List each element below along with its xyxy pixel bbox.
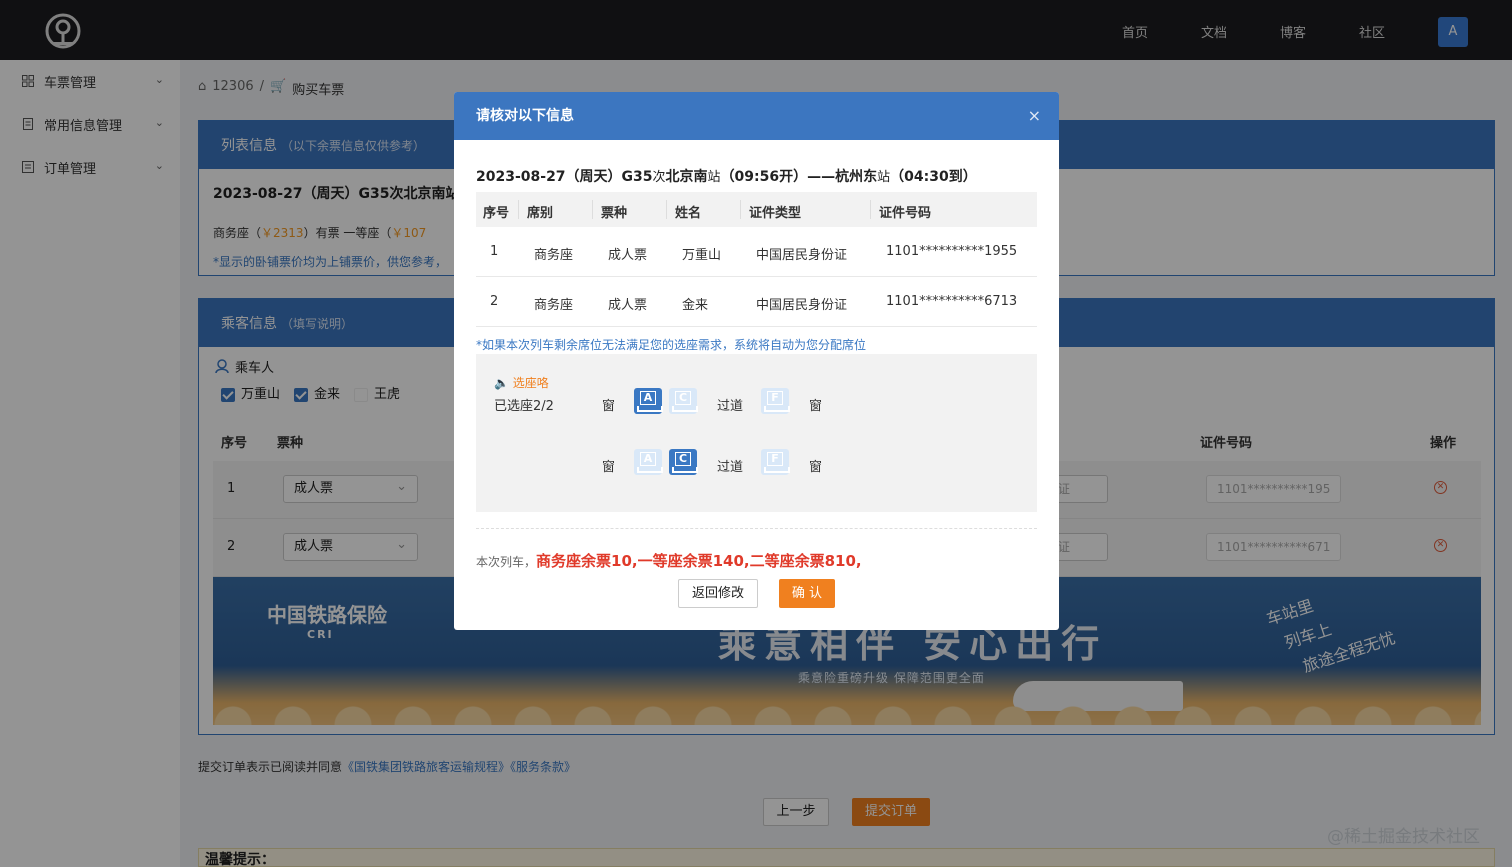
seat-f[interactable]: F [761,449,790,475]
train-depart: （09:56开）——杭州东 [720,169,878,185]
cell: 1 [490,244,499,259]
train-date: 2023-08-27（周天）G35 [476,169,653,185]
confirm-button[interactable]: 确 认 [779,579,835,608]
modal-title: 请核对以下信息 [476,108,574,124]
cell: 2 [490,294,499,309]
cell: 万重山 [682,248,722,263]
close-icon[interactable]: × [1028,92,1041,140]
window-label: 窗 [602,399,616,414]
train-summary: 2023-08-27（周天）G35次北京南站（09:56开）——杭州东站（04:… [476,166,977,186]
seat-a[interactable]: A [634,449,663,475]
window-label: 窗 [809,399,823,414]
cell: 成人票 [608,298,648,313]
window-label: 窗 [809,460,823,475]
confirm-table-header: 序号 席别 票种 姓名 证件类型 证件号码 [476,192,1037,227]
seat-hint: *如果本次列车剩余席位无法满足您的选座需求，系统将自动为您分配席位 [476,338,867,352]
seat-c[interactable]: C [669,388,698,414]
cell: 中国居民身份证 [756,298,848,313]
seat-row: 窗 A C 过道 F 窗 [476,449,1037,479]
train-station-suffix: 站 [707,170,721,185]
table-row: 2 商务座 成人票 金来 中国居民身份证 1101**********6713 [476,277,1037,327]
train-from: 北京南 [665,169,708,185]
col-ticket-type: 票种 [601,206,628,221]
window-label: 窗 [602,460,616,475]
cell: 成人票 [608,248,648,263]
remaining-tickets: 本次列车，商务座余票10,一等座余票140,二等座余票810, [476,550,862,571]
train-arrive: （04:30到） [890,169,977,185]
aisle-label: 过道 [717,460,744,475]
cell: 商务座 [534,298,574,313]
cell: 1101**********1955 [886,244,1018,259]
seat-letter: A [640,452,656,466]
seat-selector: 🔈 选座咯 已选座2/2 窗 A C 过道 F 窗 窗 A C 过道 F 窗 [476,354,1037,512]
divider [476,528,1037,529]
remaining-prefix: 本次列车， [476,555,537,569]
seat-letter: A [640,391,656,405]
col-seat-class: 席别 [527,206,554,221]
col-id-type: 证件类型 [749,206,802,221]
col-id-number: 证件号码 [879,206,932,221]
train-station-suffix: 站 [877,170,891,185]
confirm-table: 序号 席别 票种 姓名 证件类型 证件号码 1 商务座 成人票 万重山 中国居民… [476,192,1037,327]
back-edit-button[interactable]: 返回修改 [678,579,758,608]
cell: 金来 [682,298,709,313]
seat-a[interactable]: A [634,388,663,414]
cell: 中国居民身份证 [756,248,848,263]
col-num: 序号 [483,206,510,221]
table-row: 1 商务座 成人票 万重山 中国居民身份证 1101**********1955 [476,227,1037,277]
seat-row: 窗 A C 过道 F 窗 [476,388,1037,418]
seat-letter: F [767,391,783,405]
seat-letter: F [767,452,783,466]
aisle-label: 过道 [717,399,744,414]
seat-f[interactable]: F [761,388,790,414]
cell: 商务座 [534,248,574,263]
remaining-counts: 商务座余票10,一等座余票140,二等座余票810, [536,552,862,570]
train-ci: 次 [652,170,666,185]
modal-header: 请核对以下信息 × [454,92,1059,140]
seat-c[interactable]: C [669,449,698,475]
col-name: 姓名 [675,206,702,221]
confirm-modal: 请核对以下信息 × 2023-08-27（周天）G35次北京南站（09:56开）… [454,92,1059,630]
cell: 1101**********6713 [886,294,1018,309]
seat-letter: C [675,452,691,466]
seat-letter: C [675,391,691,405]
